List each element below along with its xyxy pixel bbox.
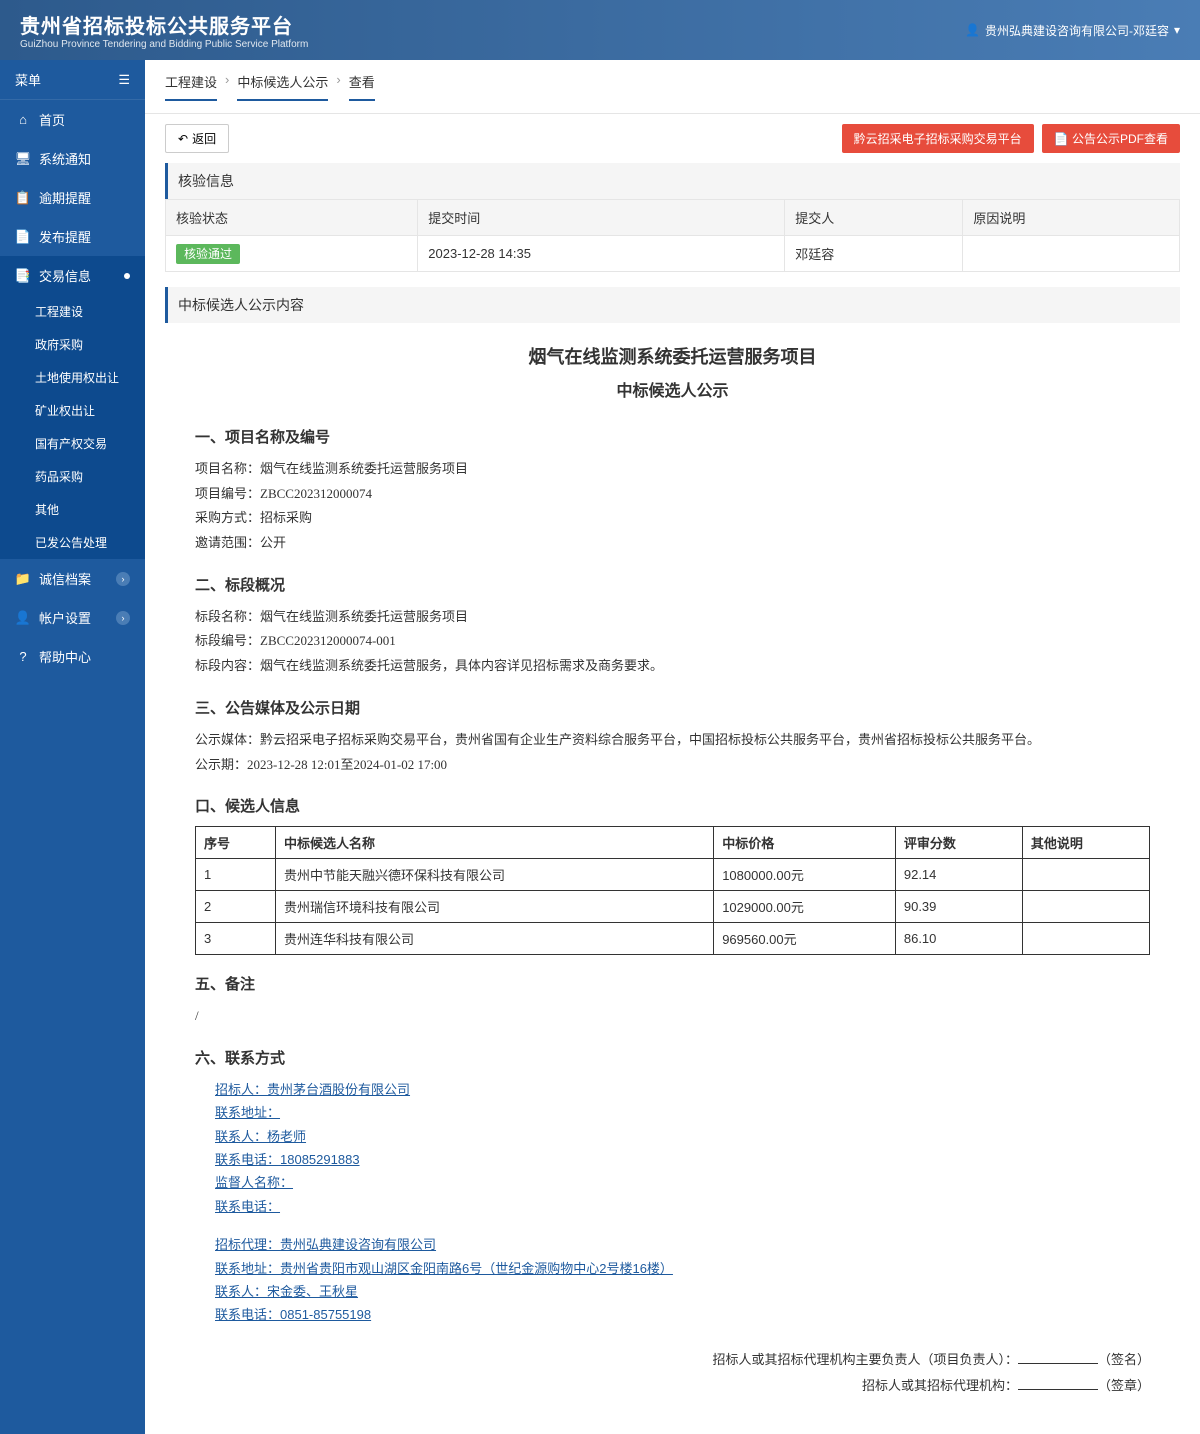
sidebar-sub-drug[interactable]: 药品采购 <box>0 460 145 493</box>
toolbar: ↶返回 黔云招采电子招标采购交易平台 📄 公告公示PDF查看 <box>145 114 1200 163</box>
status-badge: 核验通过 <box>176 244 240 264</box>
sidebar-sub-mining[interactable]: 矿业权出让 <box>0 394 145 427</box>
help-icon: ? <box>15 649 31 665</box>
sidebar-sub-construction[interactable]: 工程建设 <box>0 295 145 328</box>
header: 贵州省招标投标公共服务平台 GuiZhou Province Tendering… <box>0 0 1200 60</box>
section-1-title: 一、项目名称及编号 <box>195 426 1150 447</box>
th-status: 核验状态 <box>166 200 418 236</box>
user-icon: 👤 <box>965 23 980 37</box>
verify-table: 核验状态 提交时间 提交人 原因说明 核验通过 2023-12-28 14:35… <box>165 199 1180 272</box>
sidebar: 菜单 ☰ ⌂首页 🖥系统通知 📋逾期提醒 📄发布提醒 📑交易信息 工程建设 政府… <box>0 60 145 1434</box>
sidebar-item-credit[interactable]: 📁诚信档案› <box>0 559 145 598</box>
clock-icon: 📋 <box>15 190 31 206</box>
section-3-title: 三、公告媒体及公示日期 <box>195 697 1150 718</box>
user-info[interactable]: 👤 贵州弘典建设咨询有限公司-邓廷容 ▾ <box>965 22 1180 39</box>
table-row: 核验通过 2023-12-28 14:35 邓廷容 <box>166 236 1180 272</box>
monitor-icon: 🖥 <box>15 151 31 167</box>
table-row: 3贵州连华科技有限公司969560.00元86.10 <box>196 923 1150 955</box>
chevron-icon: › <box>116 572 130 586</box>
platform-link-button[interactable]: 黔云招采电子招标采购交易平台 <box>842 124 1034 153</box>
doc-subtitle: 中标候选人公示 <box>195 377 1150 401</box>
section-6-title: 六、联系方式 <box>195 1047 1150 1068</box>
sidebar-item-publish[interactable]: 📄发布提醒 <box>0 217 145 256</box>
doc-icon: 📄 <box>15 229 31 245</box>
app-subtitle: GuiZhou Province Tendering and Bidding P… <box>20 39 308 50</box>
sidebar-sub-gov[interactable]: 政府采购 <box>0 328 145 361</box>
agent-contact: 招标代理：贵州弘典建设咨询有限公司 联系地址：贵州省贵阳市观山湖区金阳南路6号（… <box>215 1233 1150 1327</box>
content-section-title: 中标候选人公示内容 <box>165 287 1180 323</box>
candidate-table: 序号 中标候选人名称 中标价格 评审分数 其他说明 1贵州中节能天融兴德环保科技… <box>195 826 1150 955</box>
home-icon: ⌂ <box>15 112 31 128</box>
section-4-title: 口、候选人信息 <box>195 795 1150 816</box>
sidebar-item-notice[interactable]: 🖥系统通知 <box>0 139 145 178</box>
sidebar-item-help[interactable]: ?帮助中心 <box>0 637 145 676</box>
section-2-title: 二、标段概况 <box>195 574 1150 595</box>
th-time: 提交时间 <box>418 200 785 236</box>
folder-icon: 📁 <box>15 571 31 587</box>
sidebar-item-home[interactable]: ⌂首页 <box>0 100 145 139</box>
table-row: 2贵州瑞信环境科技有限公司1029000.00元90.39 <box>196 891 1150 923</box>
breadcrumb-item: 查看 <box>349 72 375 101</box>
breadcrumb-item[interactable]: 中标候选人公示 <box>237 72 328 101</box>
dropdown-icon: ▾ <box>1174 23 1180 37</box>
sidebar-item-overdue[interactable]: 📋逾期提醒 <box>0 178 145 217</box>
breadcrumb: 工程建设 › 中标候选人公示 › 查看 <box>145 60 1200 114</box>
expand-dot-icon <box>124 273 130 279</box>
verify-section-title: 核验信息 <box>165 163 1180 199</box>
sidebar-menu-header: 菜单 ☰ <box>0 60 145 100</box>
sidebar-sub-land[interactable]: 土地使用权出让 <box>0 361 145 394</box>
bidder-contact: 招标人：贵州茅台酒股份有限公司 联系地址： 联系人：杨老师 联系电话：18085… <box>215 1078 1150 1218</box>
pdf-view-button[interactable]: 📄 公告公示PDF查看 <box>1042 124 1180 153</box>
menu-toggle-icon[interactable]: ☰ <box>118 72 130 88</box>
user-icon: 👤 <box>15 610 31 626</box>
copy-icon: 📑 <box>15 268 31 284</box>
table-row: 1贵州中节能天融兴德环保科技有限公司1080000.00元92.14 <box>196 859 1150 891</box>
doc-title: 烟气在线监测系统委托运营服务项目 <box>195 343 1150 369</box>
main-content: 工程建设 › 中标候选人公示 › 查看 ↶返回 黔云招采电子招标采购交易平台 📄… <box>145 60 1200 1434</box>
th-submitter: 提交人 <box>785 200 963 236</box>
sidebar-sub-published[interactable]: 已发公告处理 <box>0 526 145 559</box>
th-reason: 原因说明 <box>963 200 1180 236</box>
back-button[interactable]: ↶返回 <box>165 124 229 153</box>
back-arrow-icon: ↶ <box>178 132 188 146</box>
chevron-icon: › <box>116 611 130 625</box>
sidebar-item-trade[interactable]: 📑交易信息 <box>0 256 145 295</box>
section-5-title: 五、备注 <box>195 973 1150 994</box>
sidebar-sub-state[interactable]: 国有产权交易 <box>0 427 145 460</box>
app-title: 贵州省招标投标公共服务平台 <box>20 10 308 39</box>
signature-block: 招标人或其招标代理机构主要负责人（项目负责人）：（签名） 招标人或其招标代理机构… <box>195 1347 1150 1399</box>
pdf-icon: 📄 <box>1054 132 1069 146</box>
breadcrumb-item[interactable]: 工程建设 <box>165 72 217 101</box>
sidebar-sub-other[interactable]: 其他 <box>0 493 145 526</box>
sidebar-item-account[interactable]: 👤帐户设置› <box>0 598 145 637</box>
